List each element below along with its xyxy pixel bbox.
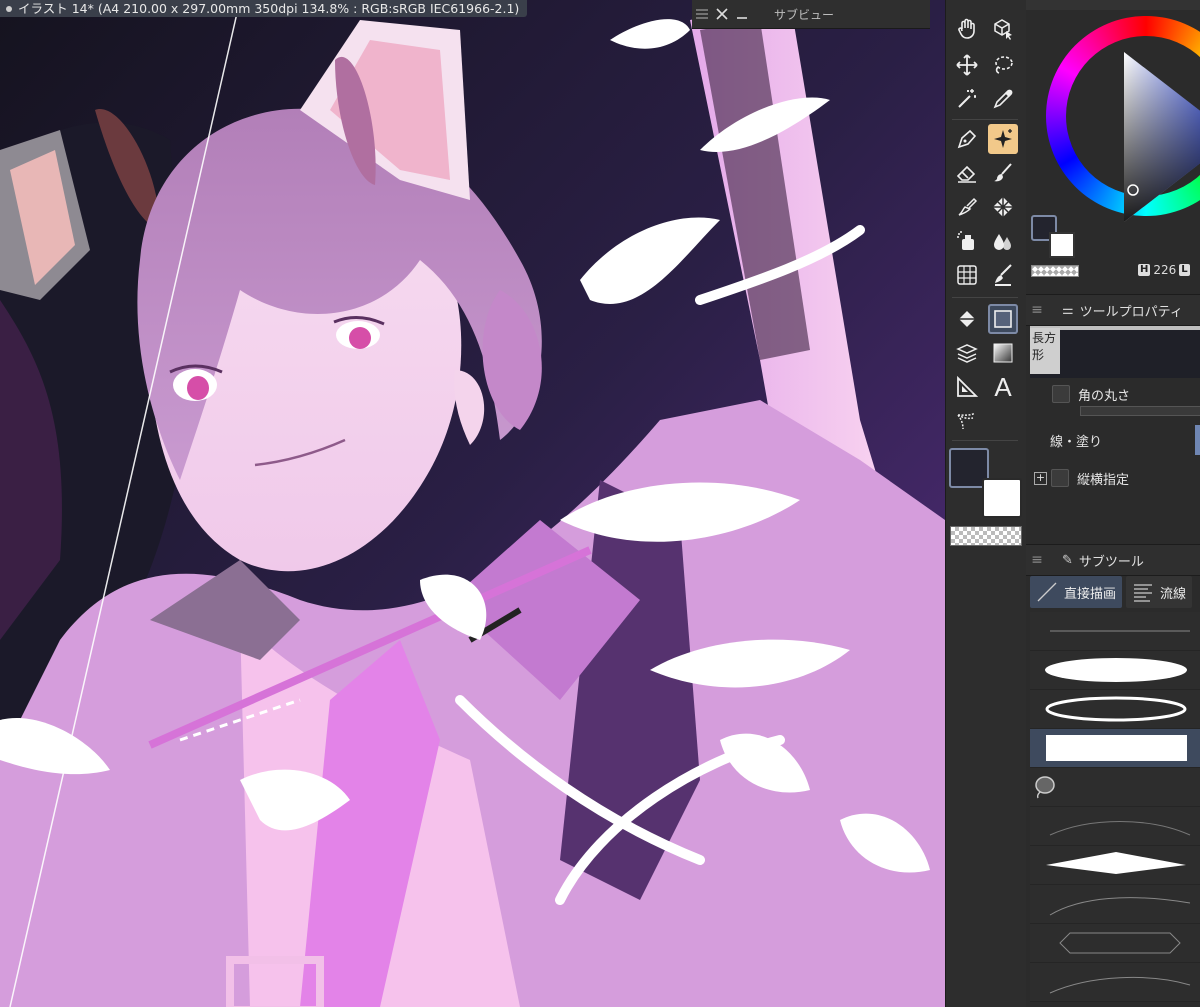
illustration-artwork bbox=[0, 0, 945, 1007]
drawing-canvas[interactable] bbox=[0, 0, 945, 1007]
close-icon[interactable] bbox=[712, 4, 732, 24]
aspect-label: 縦横指定 bbox=[1077, 472, 1130, 488]
toolbar-separator bbox=[952, 119, 1018, 120]
hamburger-icon[interactable]: ≡ bbox=[1026, 302, 1048, 318]
list-item[interactable] bbox=[1030, 651, 1200, 690]
filled-rectangle-preview bbox=[1046, 735, 1187, 761]
curve-line-preview bbox=[1049, 821, 1191, 836]
brush-preview: 長方形 bbox=[1030, 326, 1200, 378]
gradient-icon[interactable] bbox=[988, 338, 1018, 368]
curve-line-2-preview bbox=[1049, 976, 1191, 994]
tab-direct-draw[interactable]: 直接描画 bbox=[1030, 576, 1123, 608]
polygon-outline-preview bbox=[1059, 932, 1181, 954]
subview-panel-header[interactable]: サブビュー bbox=[692, 0, 930, 29]
outlined-ellipse-preview bbox=[1045, 696, 1187, 722]
subview-title: サブビュー bbox=[774, 7, 835, 22]
modified-dot-icon bbox=[6, 5, 12, 12]
saturation-value-triangle[interactable] bbox=[1124, 52, 1200, 222]
tab-speed-lines-label: 流線 bbox=[1160, 586, 1187, 602]
brush-pen-icon: ✎ bbox=[1062, 552, 1073, 568]
list-item[interactable] bbox=[1030, 612, 1200, 651]
sub-tool-title: サブツール bbox=[1078, 554, 1144, 570]
hamburger-icon[interactable]: ≡ bbox=[1026, 552, 1048, 568]
line-fill-dropdown[interactable] bbox=[1195, 425, 1200, 455]
thin-line-preview bbox=[1050, 630, 1190, 632]
color-panel-sub-swatch[interactable] bbox=[1049, 232, 1075, 258]
move-arrows-icon[interactable] bbox=[952, 50, 982, 80]
speed-lines-icon bbox=[1134, 584, 1153, 602]
pen-nib-icon[interactable] bbox=[952, 124, 982, 154]
corner-round-row[interactable]: 角の丸さ bbox=[1030, 379, 1200, 409]
sub-color-swatch[interactable] bbox=[982, 478, 1022, 518]
shape-label: 長方形 bbox=[1030, 328, 1060, 374]
hand-tool-icon[interactable] bbox=[952, 14, 982, 44]
sub-tool-list bbox=[1030, 612, 1200, 1002]
list-item[interactable] bbox=[1030, 963, 1200, 1002]
l-key-badge: L bbox=[1179, 264, 1190, 276]
list-item[interactable] bbox=[1030, 768, 1200, 807]
color-panel-header bbox=[1026, 0, 1200, 10]
cube-cursor-icon[interactable] bbox=[988, 14, 1018, 44]
document-title: イラスト 14* (A4 210.00 x 297.00mm 350dpi 13… bbox=[18, 1, 520, 16]
airbrush-icon[interactable] bbox=[952, 192, 982, 222]
rectangle-icon[interactable] bbox=[988, 304, 1018, 334]
tool-property-title: ツールプロパティ bbox=[1079, 304, 1183, 320]
line-fill-label: 線・塗り bbox=[1050, 434, 1103, 450]
transparent-color-swatch[interactable] bbox=[950, 526, 1022, 546]
document-tab[interactable]: イラスト 14* (A4 210.00 x 297.00mm 350dpi 13… bbox=[0, 0, 528, 17]
text-icon[interactable]: A bbox=[988, 372, 1018, 402]
list-item[interactable] bbox=[1030, 924, 1200, 963]
hamburger-icon[interactable] bbox=[692, 4, 712, 24]
line-fill-row[interactable]: 線・塗り bbox=[1030, 425, 1200, 455]
tab-direct-draw-label: 直接描画 bbox=[1064, 586, 1117, 602]
color-panel-transparent-swatch[interactable] bbox=[1031, 265, 1079, 277]
sub-tool-header[interactable]: ≡ ✎ サブツール bbox=[1026, 544, 1200, 576]
grid-globe-icon[interactable] bbox=[952, 260, 982, 290]
aspect-row[interactable]: + 縦横指定 bbox=[1030, 463, 1200, 493]
eyedropper-icon[interactable] bbox=[988, 84, 1018, 114]
hsv-readout: H 226 L bbox=[1138, 263, 1190, 277]
sparkle-icon[interactable] bbox=[988, 124, 1018, 154]
line-icon bbox=[1037, 582, 1057, 602]
fill-brush-icon[interactable] bbox=[988, 260, 1018, 290]
magic-wand-icon[interactable] bbox=[952, 84, 982, 114]
corner-round-checkbox[interactable] bbox=[1052, 385, 1070, 403]
lasso-stamp-preview bbox=[1035, 776, 1055, 799]
list-item[interactable] bbox=[1030, 690, 1200, 729]
balloon-tail-icon[interactable] bbox=[952, 406, 982, 436]
corner-round-slider[interactable] bbox=[1080, 406, 1200, 416]
tool-property-header[interactable]: ≡ ⚌ ツールプロパティ bbox=[1026, 294, 1200, 326]
aspect-checkbox[interactable] bbox=[1051, 469, 1069, 487]
toolbar-separator bbox=[952, 440, 1018, 441]
minimize-icon[interactable] bbox=[732, 4, 752, 24]
list-item[interactable] bbox=[1030, 846, 1200, 885]
curve-thin-preview bbox=[1049, 897, 1191, 916]
diamond-preview bbox=[1046, 852, 1186, 874]
paint-bucket-icon[interactable] bbox=[952, 304, 982, 334]
eraser-icon[interactable] bbox=[952, 158, 982, 188]
water-drops-icon[interactable] bbox=[988, 226, 1018, 256]
lasso-icon[interactable] bbox=[988, 50, 1018, 80]
brush-icon[interactable] bbox=[988, 158, 1018, 188]
list-item-selected[interactable] bbox=[1030, 729, 1200, 768]
layers-icon[interactable] bbox=[952, 338, 982, 368]
sub-tool-group-tabs: 直接描画 流線 bbox=[1030, 576, 1200, 608]
pattern-icon[interactable] bbox=[988, 192, 1018, 222]
list-item[interactable] bbox=[1030, 885, 1200, 924]
expand-plus-icon[interactable]: + bbox=[1034, 471, 1047, 485]
toolbar-separator bbox=[952, 297, 1018, 298]
hue-value: 226 bbox=[1153, 263, 1177, 277]
spray-icon[interactable] bbox=[952, 226, 982, 256]
corner-round-label: 角の丸さ bbox=[1078, 388, 1131, 404]
filled-ellipse-preview bbox=[1045, 658, 1187, 682]
hue-key-badge: H bbox=[1138, 264, 1151, 276]
triangle-ruler-icon[interactable] bbox=[952, 372, 982, 402]
sliders-icon: ⚌ bbox=[1062, 302, 1074, 318]
tab-speed-lines[interactable]: 流線 bbox=[1126, 576, 1193, 608]
list-item[interactable] bbox=[1030, 807, 1200, 846]
